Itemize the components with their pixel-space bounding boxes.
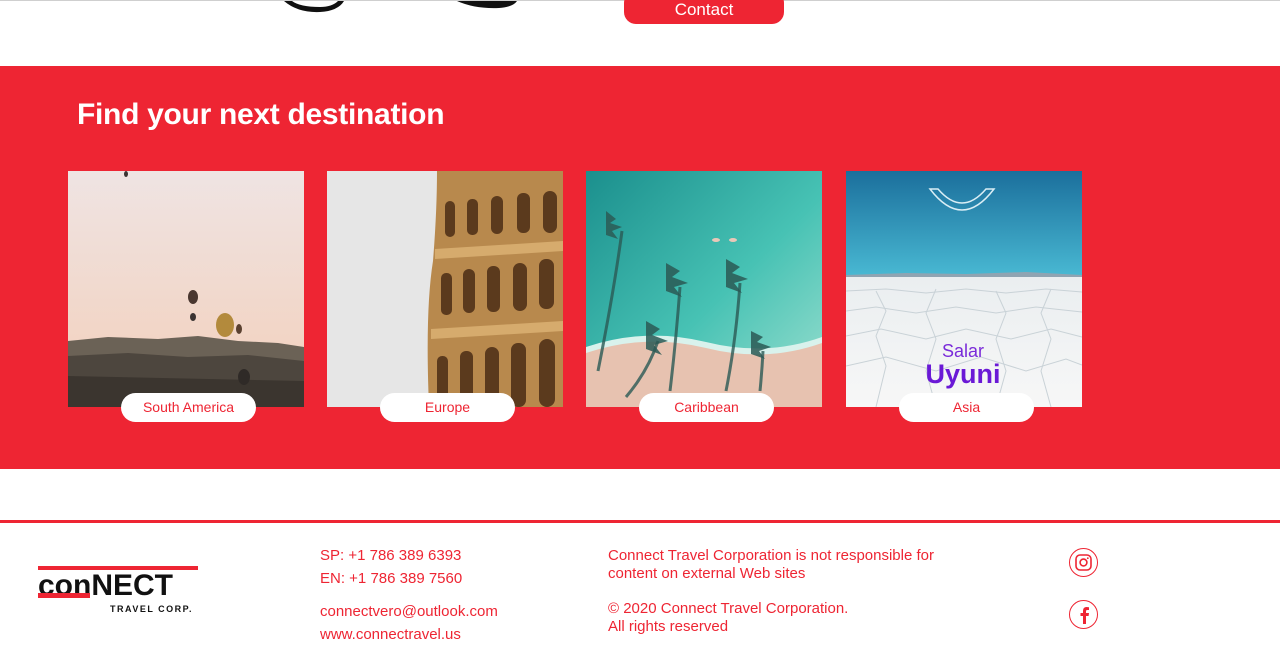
facebook-icon [1080, 606, 1089, 624]
contact-button[interactable]: Contact [624, 0, 784, 24]
asia-image-text-top: Salar [942, 341, 984, 361]
europe-image [327, 171, 563, 407]
copyright-line-2: All rights reserved [608, 618, 729, 635]
instagram-button[interactable] [1069, 548, 1098, 577]
header-decoration-left [284, 1, 344, 13]
destinations-title: Find your next destination [77, 98, 445, 131]
phone-en[interactable]: EN: +1 786 389 7560 [320, 570, 462, 588]
destinations-section: Find your next destination South America [0, 66, 1280, 469]
destination-label-caribbean[interactable]: Caribbean [639, 393, 774, 422]
destination-card-europe[interactable]: Europe [327, 171, 563, 422]
instagram-icon [1075, 554, 1092, 571]
asia-image-text-main: Uyuni [925, 359, 1000, 389]
asia-image: Salar Uyuni [846, 171, 1082, 407]
footer-divider [0, 520, 1280, 523]
south-america-image [68, 171, 304, 407]
copyright-line-1: © 2020 Connect Travel Corporation. [608, 600, 849, 617]
website-link[interactable]: www.connectravel.us [320, 626, 461, 644]
facebook-button[interactable] [1069, 600, 1098, 629]
header-strip: Contact [0, 0, 1280, 67]
email-link[interactable]: connectvero@outlook.com [320, 603, 498, 621]
destination-label-asia[interactable]: Asia [899, 393, 1034, 422]
disclaimer-line-1: Connect Travel Corporation is not respon… [608, 547, 935, 564]
destination-label-europe[interactable]: Europe [380, 393, 515, 422]
header-decoration-right [457, 1, 517, 9]
disclaimer-line-2: content on external Web sites [608, 565, 806, 582]
destination-card-caribbean[interactable]: Caribbean [586, 171, 822, 422]
svg-text:TRAVEL CORP.: TRAVEL CORP. [110, 604, 193, 614]
caribbean-image [586, 171, 822, 407]
destination-card-south-america[interactable]: South America [68, 171, 304, 422]
phone-sp[interactable]: SP: +1 786 389 6393 [320, 547, 461, 565]
connect-logo[interactable]: conNECT TRAVEL CORP. [36, 562, 206, 623]
destination-card-asia[interactable]: Salar Uyuni Asia [846, 171, 1082, 422]
destination-label-south-america[interactable]: South America [121, 393, 256, 422]
